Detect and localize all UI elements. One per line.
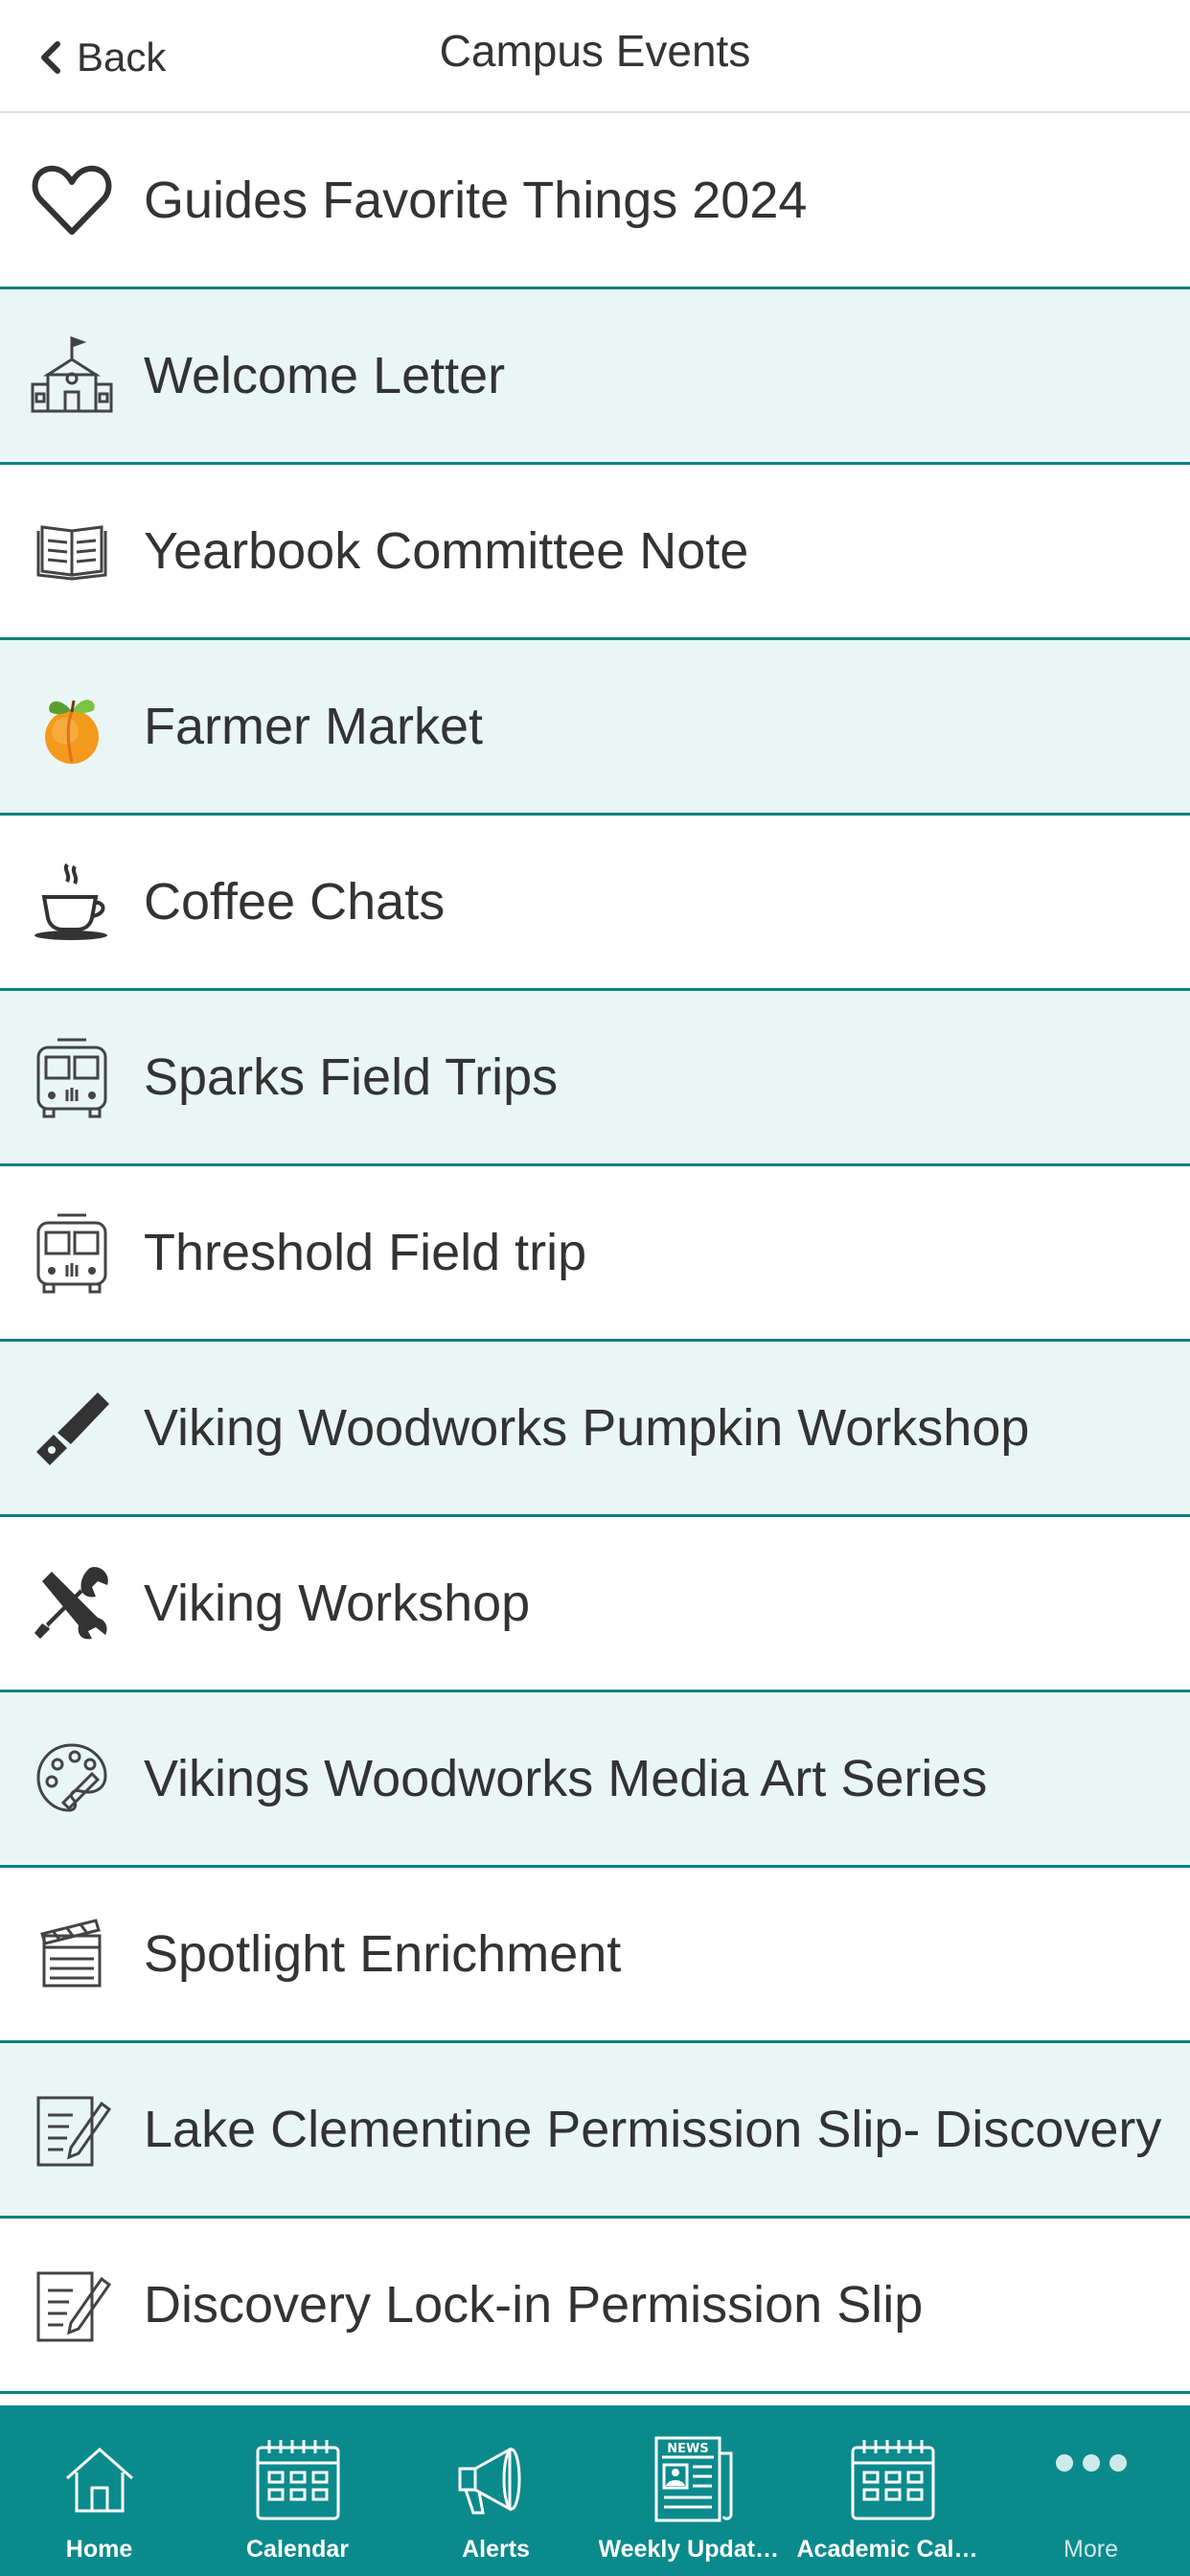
tab-label: Home <box>65 2536 133 2563</box>
list-item-label: Coffee Chats <box>144 873 446 931</box>
list-item-label: Guides Favorite Things 2024 <box>144 172 808 229</box>
saw-icon <box>36 1392 109 1465</box>
tab-label: Weekly Updates... <box>598 2536 790 2563</box>
page-title: Campus Events <box>439 26 751 76</box>
tab-label: More <box>1064 2536 1118 2563</box>
list-item-label: Farmer Market <box>144 698 484 755</box>
list-item-label: Welcome Letter <box>144 347 506 404</box>
list-item-label: Vikings Woodworks Media Art Series <box>144 1750 988 1807</box>
list-item[interactable]: Coffee Chats <box>0 816 1190 991</box>
megaphone-icon <box>458 2447 520 2515</box>
list-item[interactable]: Lake Clementine Permission Slip- Discove… <box>0 2043 1190 2219</box>
home-icon <box>65 2447 133 2513</box>
document-pen-icon <box>36 2271 112 2342</box>
list-item[interactable]: Viking Woodworks Pumpkin Workshop <box>0 1342 1190 1517</box>
list-item[interactable]: Discovery Lock-in Permission Slip <box>0 2219 1190 2394</box>
peach-icon <box>45 700 99 764</box>
list-item[interactable]: Guides Favorite Things 2024 <box>0 114 1190 289</box>
list-item-label: Viking Woodworks Pumpkin Workshop <box>144 1399 1030 1457</box>
tab-alerts[interactable]: Alerts <box>397 2405 595 2576</box>
list-item[interactable]: Vikings Woodworks Media Art Series <box>0 1692 1190 1868</box>
list-item[interactable]: Threshold Field trip <box>0 1166 1190 1342</box>
list-item-label: Spotlight Enrichment <box>144 1925 622 1983</box>
list-item-label: Lake Clementine Permission Slip- Discove… <box>144 2101 1162 2158</box>
list-item-label: Sparks Field Trips <box>144 1048 559 1106</box>
list-item-label: Yearbook Committee Note <box>144 522 749 580</box>
clapperboard-icon <box>40 1919 102 1988</box>
school-icon <box>31 335 113 413</box>
palette-icon <box>36 1743 107 1812</box>
list-item[interactable]: Farmer Market <box>0 640 1190 816</box>
bus-icon <box>36 1038 107 1118</box>
list-item-label: Threshold Field trip <box>144 1224 587 1281</box>
tab-label: Alerts <box>462 2536 530 2563</box>
coffee-cup-icon <box>34 862 107 940</box>
calendar-icon <box>851 2440 934 2520</box>
list-item-label: Viking Workshop <box>144 1575 531 1632</box>
newspaper-icon-text: NEWS <box>667 2442 708 2456</box>
more-dots-icon <box>1055 2454 1127 2472</box>
event-list: Guides Favorite Things 2024 Welcome Lett… <box>0 114 1190 2394</box>
list-item[interactable]: Yearbook Committee Note <box>0 465 1190 640</box>
list-item[interactable]: Sparks Field Trips <box>0 991 1190 1166</box>
tab-more[interactable]: More <box>992 2405 1190 2576</box>
calendar-icon <box>256 2440 339 2520</box>
heart-icon <box>32 165 112 235</box>
tab-academic-calendar[interactable]: Academic Calen... <box>793 2405 992 2576</box>
tab-calendar[interactable]: Calendar <box>198 2405 397 2576</box>
header-bar: Back Campus Events <box>0 0 1190 113</box>
newspaper-icon: NEWS <box>654 2436 732 2522</box>
list-item-label: Discovery Lock-in Permission Slip <box>144 2276 924 2334</box>
document-pen-icon <box>36 2096 112 2167</box>
bottom-tab-bar: Home Calendar Alerts NEWS Weekly Updates… <box>0 2405 1190 2576</box>
list-item[interactable]: Spotlight Enrichment <box>0 1868 1190 2043</box>
list-item[interactable]: Welcome Letter <box>0 289 1190 465</box>
tab-label: Calendar <box>246 2536 349 2563</box>
book-icon <box>36 525 107 581</box>
tools-icon <box>34 1567 108 1640</box>
tab-label: Academic Calen... <box>796 2536 989 2563</box>
list-item[interactable]: Viking Workshop <box>0 1517 1190 1692</box>
bus-icon <box>36 1213 107 1294</box>
tab-weekly-updates[interactable]: NEWS Weekly Updates... <box>595 2405 793 2576</box>
tab-home[interactable]: Home <box>0 2405 198 2576</box>
